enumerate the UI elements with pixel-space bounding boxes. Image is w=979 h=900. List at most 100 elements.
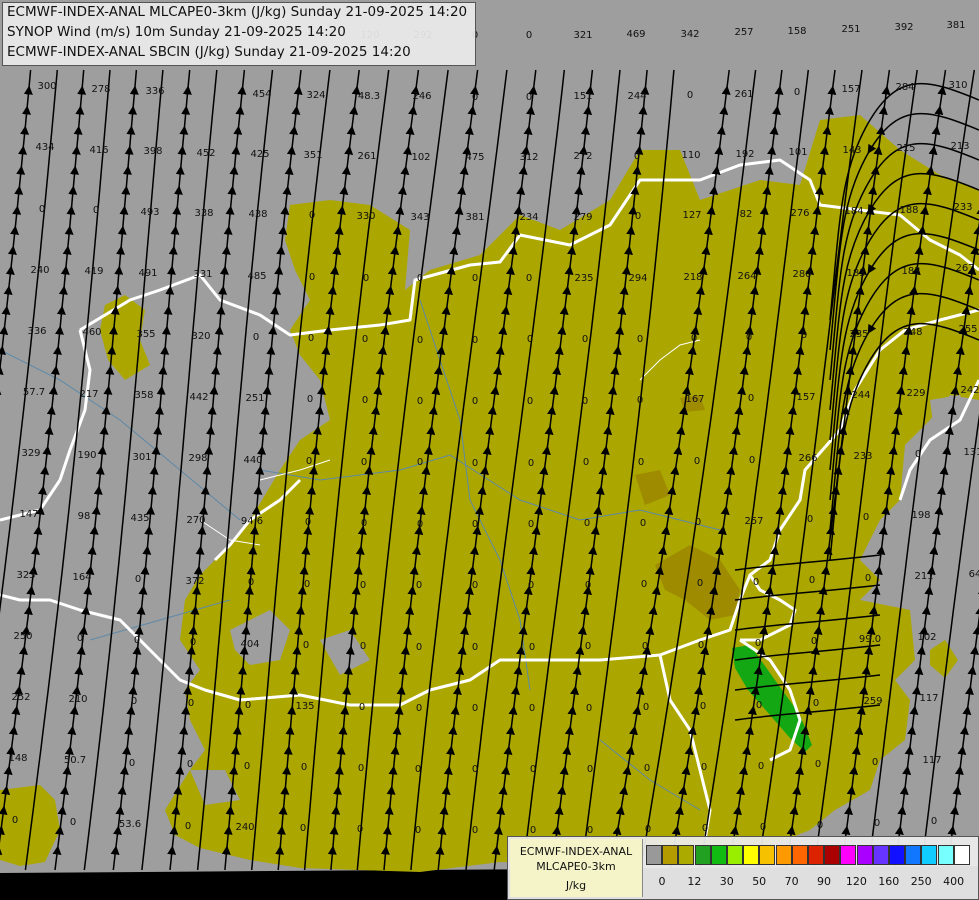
sbcin-value: 102 bbox=[411, 152, 430, 163]
sbcin-value: 272 bbox=[573, 151, 592, 162]
sbcin-value: 0 bbox=[188, 698, 194, 709]
sbcin-value: 320 bbox=[191, 331, 210, 342]
legend-swatch bbox=[791, 845, 808, 865]
sbcin-value: 0 bbox=[638, 457, 644, 468]
sbcin-value: 0 bbox=[472, 703, 478, 714]
sbcin-value: 0 bbox=[308, 333, 314, 344]
sbcin-value: 0 bbox=[135, 574, 141, 585]
sbcin-value: 0 bbox=[794, 87, 800, 98]
sbcin-value: 0 bbox=[817, 820, 823, 831]
sbcin-value: 215 bbox=[896, 143, 915, 154]
sbcin-value: 338 bbox=[194, 208, 213, 219]
sbcin-value: 259 bbox=[863, 696, 882, 707]
sbcin-value: 0 bbox=[585, 580, 591, 591]
sbcin-value: 270 bbox=[186, 515, 205, 526]
sbcin-value: 416 bbox=[89, 145, 108, 156]
sbcin-value: 0 bbox=[749, 455, 755, 466]
sbcin-value: 0 bbox=[93, 205, 99, 216]
sbcin-value: 183 bbox=[846, 268, 865, 279]
sbcin-value: 266 bbox=[798, 453, 817, 464]
sbcin-value: 0 bbox=[526, 30, 532, 41]
legend-swatch bbox=[840, 845, 857, 865]
legend-swatch bbox=[937, 845, 954, 865]
sbcin-value: 0 bbox=[691, 333, 697, 344]
sbcin-value: 0 bbox=[915, 449, 921, 460]
sbcin-value: 0 bbox=[361, 457, 367, 468]
sbcin-value: 252 bbox=[11, 692, 30, 703]
sbcin-value: 0 bbox=[359, 702, 365, 713]
sbcin-value: 198 bbox=[911, 510, 930, 521]
sbcin-value: 0 bbox=[306, 456, 312, 467]
sbcin-value: 135 bbox=[295, 701, 314, 712]
sbcin-value: 0 bbox=[360, 580, 366, 591]
sbcin-value: 0 bbox=[746, 332, 752, 343]
sbcin-value: 131 bbox=[963, 447, 979, 458]
sbcin-value: 0 bbox=[248, 577, 254, 588]
legend-title-line2: MLCAPE0-3km bbox=[536, 860, 616, 873]
sbcin-value: 183 bbox=[901, 266, 920, 277]
legend-tick: 0 bbox=[658, 875, 666, 888]
sbcin-value: 381 bbox=[946, 20, 965, 31]
sbcin-value: 251 bbox=[841, 24, 860, 35]
sbcin-value: 0 bbox=[582, 334, 588, 345]
sbcin-value: 0 bbox=[472, 764, 478, 775]
sbcin-value: 164 bbox=[72, 572, 91, 583]
sbcin-value: 0 bbox=[362, 395, 368, 406]
legend-unit: J/kg bbox=[565, 879, 587, 892]
sbcin-value: 157 bbox=[796, 392, 815, 403]
sbcin-value: 0 bbox=[309, 210, 315, 221]
sbcin-value: 0 bbox=[584, 518, 590, 529]
legend-swatch bbox=[856, 845, 873, 865]
sbcin-value: 264 bbox=[737, 271, 756, 282]
sbcin-value: 0 bbox=[472, 519, 478, 530]
sbcin-value: 147 bbox=[19, 509, 38, 520]
legend-swatch bbox=[953, 845, 970, 865]
sbcin-value: 0 bbox=[585, 641, 591, 652]
legend-swatch bbox=[646, 845, 662, 865]
legend-swatch bbox=[710, 845, 727, 865]
sbcin-value: 0 bbox=[643, 702, 649, 713]
sbcin-value: 0 bbox=[634, 151, 640, 162]
sbcin-value: 0 bbox=[809, 575, 815, 586]
sbcin-value: 0 bbox=[694, 456, 700, 467]
sbcin-value: 0 bbox=[644, 763, 650, 774]
sbcin-value: 0 bbox=[801, 330, 807, 341]
title-sbcin: ECMWF-INDEX-ANAL SBCIN (J/kg) Sunday 21-… bbox=[7, 44, 411, 60]
legend-swatch bbox=[759, 845, 776, 865]
sbcin-value: 0 bbox=[417, 273, 423, 284]
cape-map: 300 278 336 454 324 48.3 246 0 0 151 244 0 261 0 157 28… bbox=[0, 0, 979, 900]
sbcin-value: 233 bbox=[953, 202, 972, 213]
sbcin-value: 336 bbox=[27, 326, 46, 337]
sbcin-value: 452 bbox=[196, 148, 215, 159]
sbcin-value: 0 bbox=[472, 642, 478, 653]
sbcin-value: 0 bbox=[363, 273, 369, 284]
sbcin-value: 324 bbox=[306, 90, 325, 101]
sbcin-value: 0 bbox=[526, 273, 532, 284]
sbcin-value: 0 bbox=[863, 512, 869, 523]
legend-swatch bbox=[775, 845, 792, 865]
sbcin-value: 0 bbox=[131, 696, 137, 707]
sbcin-value: 0 bbox=[472, 273, 478, 284]
sbcin-value: 294 bbox=[628, 273, 647, 284]
sbcin-value: 210 bbox=[68, 694, 87, 705]
sbcin-value: 0 bbox=[755, 638, 761, 649]
sbcin-value: 298 bbox=[188, 453, 207, 464]
sbcin-value: 0 bbox=[811, 636, 817, 647]
sbcin-value: 300 bbox=[37, 81, 56, 92]
sbcin-value: 323 bbox=[16, 570, 35, 581]
sbcin-value: 257 bbox=[744, 516, 763, 527]
sbcin-value: 336 bbox=[145, 86, 164, 97]
sbcin-value: 301 bbox=[132, 452, 151, 463]
sbcin-value: 434 bbox=[35, 142, 54, 153]
sbcin-value: 0 bbox=[527, 334, 533, 345]
map-title-box: ECMWF-INDEX-ANAL MLCAPE0-3km (J/kg) Sund… bbox=[2, 2, 476, 66]
legend-swatch bbox=[678, 845, 695, 865]
sbcin-value: 381 bbox=[465, 212, 484, 223]
sbcin-value: 0 bbox=[77, 633, 83, 644]
legend-swatch bbox=[662, 845, 679, 865]
sbcin-value: 0 bbox=[583, 457, 589, 468]
sbcin-value: 188 bbox=[899, 205, 918, 216]
sbcin-value: 0 bbox=[12, 815, 18, 826]
sbcin-value: 0 bbox=[698, 640, 704, 651]
sbcin-value: 0 bbox=[760, 822, 766, 833]
